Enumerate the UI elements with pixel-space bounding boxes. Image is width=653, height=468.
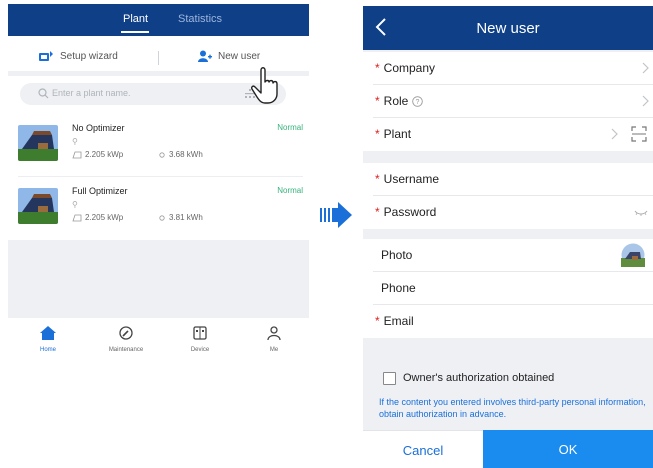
phone-label: Phone: [381, 281, 416, 295]
plant-thumbnail: [18, 188, 58, 224]
new-user-button[interactable]: New user: [198, 50, 260, 62]
authorization-checkbox[interactable]: [383, 372, 396, 385]
chevron-right-icon: [642, 95, 649, 107]
plant-list-item[interactable]: Full Optimizer Normal ⚲ 2.205 kWp 3.81 k…: [8, 182, 309, 236]
plant-name: Full Optimizer: [72, 186, 128, 196]
photo-thumbnail[interactable]: [621, 243, 645, 267]
role-field[interactable]: * Role ?: [363, 85, 653, 118]
tab-statistics[interactable]: Statistics: [178, 13, 222, 25]
plant-capacity-value: 2.205 kWp: [85, 213, 124, 222]
nav-maintenance[interactable]: Maintenance: [96, 326, 156, 353]
plant-capacity-value: 2.205 kWp: [85, 150, 124, 159]
nav-home-label: Home: [39, 347, 56, 353]
sun-icon: [159, 151, 165, 158]
role-label: Role: [383, 94, 409, 108]
solar-panel-icon: [72, 214, 82, 221]
username-field[interactable]: * Username: [363, 163, 653, 196]
plant-field[interactable]: * Plant: [363, 118, 653, 151]
plant-name: No Optimizer: [72, 123, 125, 133]
chevron-right-icon: [611, 128, 618, 140]
cancel-button[interactable]: Cancel: [363, 430, 483, 468]
new-user-label: New user: [218, 50, 261, 62]
setup-wizard-icon: [39, 51, 53, 61]
email-label: Email: [383, 314, 414, 328]
help-icon[interactable]: ?: [412, 95, 424, 107]
top-tab-bar: Plant Statistics: [8, 4, 309, 36]
setup-wizard-button[interactable]: Setup wizard: [38, 50, 118, 62]
add-user-icon: [198, 50, 212, 62]
authorization-note: If the content you entered involves thir…: [379, 397, 646, 419]
authorization-section: Owner's authorization obtained If the co…: [363, 340, 653, 422]
company-label: Company: [383, 61, 436, 75]
required-marker: *: [375, 127, 380, 141]
bottom-navigation: Home Maintenance Device Me: [8, 318, 309, 359]
password-label: Password: [383, 205, 437, 219]
location-pin-icon: ⚲: [72, 200, 78, 209]
plant-capacity: 2.205 kWp: [72, 150, 123, 159]
authorization-label: Owner's authorization obtained: [403, 372, 555, 384]
plant-thumbnail: [18, 125, 58, 161]
sun-icon: [159, 214, 165, 221]
pointer-hand-icon: [251, 67, 278, 104]
form-footer: Cancel OK: [363, 430, 653, 468]
search-icon: [38, 88, 49, 99]
plant-list-item[interactable]: No Optimizer Normal ⚲ 2.205 kWp 3.68 kWh: [8, 119, 309, 173]
plant-energy-value: 3.68 kWh: [169, 150, 203, 159]
nav-device-label: Device: [190, 347, 210, 353]
wrench-icon: [119, 326, 133, 340]
phone-field[interactable]: Phone: [363, 272, 653, 305]
tab-plant[interactable]: Plant: [123, 13, 148, 25]
plant-energy-value: 3.81 kWh: [169, 213, 203, 222]
photo-label: Photo: [381, 248, 413, 262]
empty-list-area: [8, 240, 309, 318]
nav-maintenance-label: Maintenance: [108, 347, 144, 353]
action-divider: [158, 51, 159, 65]
plant-label: Plant: [383, 127, 412, 141]
required-marker: *: [375, 94, 380, 108]
device-icon: [193, 326, 207, 340]
location-pin-icon: ⚲: [72, 137, 78, 146]
svg-text:?: ?: [416, 99, 420, 106]
nav-me-label: Me: [269, 347, 279, 353]
hide-password-icon[interactable]: [634, 209, 648, 217]
plant-search-input[interactable]: Enter a plant name.: [20, 83, 286, 105]
required-marker: *: [375, 172, 380, 186]
transition-arrow-icon: [320, 202, 352, 228]
plant-status: Normal: [277, 123, 303, 132]
person-icon: [267, 326, 281, 341]
active-tab-indicator: [121, 31, 149, 33]
new-user-header: New user: [363, 6, 653, 50]
email-field[interactable]: * Email: [363, 305, 653, 338]
photo-field[interactable]: Photo: [363, 239, 653, 272]
password-field[interactable]: * Password: [363, 196, 653, 229]
company-field[interactable]: * Company: [363, 52, 653, 85]
username-label: Username: [383, 172, 440, 186]
required-marker: *: [375, 61, 380, 75]
ok-button[interactable]: OK: [483, 430, 653, 468]
required-marker: *: [375, 314, 380, 328]
required-marker: *: [375, 205, 380, 219]
nav-me[interactable]: Me: [244, 326, 304, 353]
new-user-screen: New user * Company * Role ? * Plant * Userna…: [363, 6, 653, 468]
home-icon: [40, 326, 56, 340]
plant-status: Normal: [277, 186, 303, 195]
chevron-right-icon: [642, 62, 649, 74]
setup-wizard-label: Setup wizard: [60, 50, 118, 62]
plant-list-screen: Plant Statistics Setup wizard New user E…: [8, 4, 309, 359]
nav-device[interactable]: Device: [170, 326, 230, 353]
plant-energy: 3.81 kWh: [158, 213, 203, 222]
nav-home[interactable]: Home: [18, 326, 78, 353]
list-divider: [18, 176, 303, 177]
plant-energy: 3.68 kWh: [158, 150, 203, 159]
search-placeholder: Enter a plant name.: [52, 88, 131, 98]
page-title: New user: [476, 20, 540, 37]
solar-panel-icon: [72, 151, 82, 158]
plant-capacity: 2.205 kWp: [72, 213, 123, 222]
scan-icon[interactable]: [631, 126, 647, 142]
